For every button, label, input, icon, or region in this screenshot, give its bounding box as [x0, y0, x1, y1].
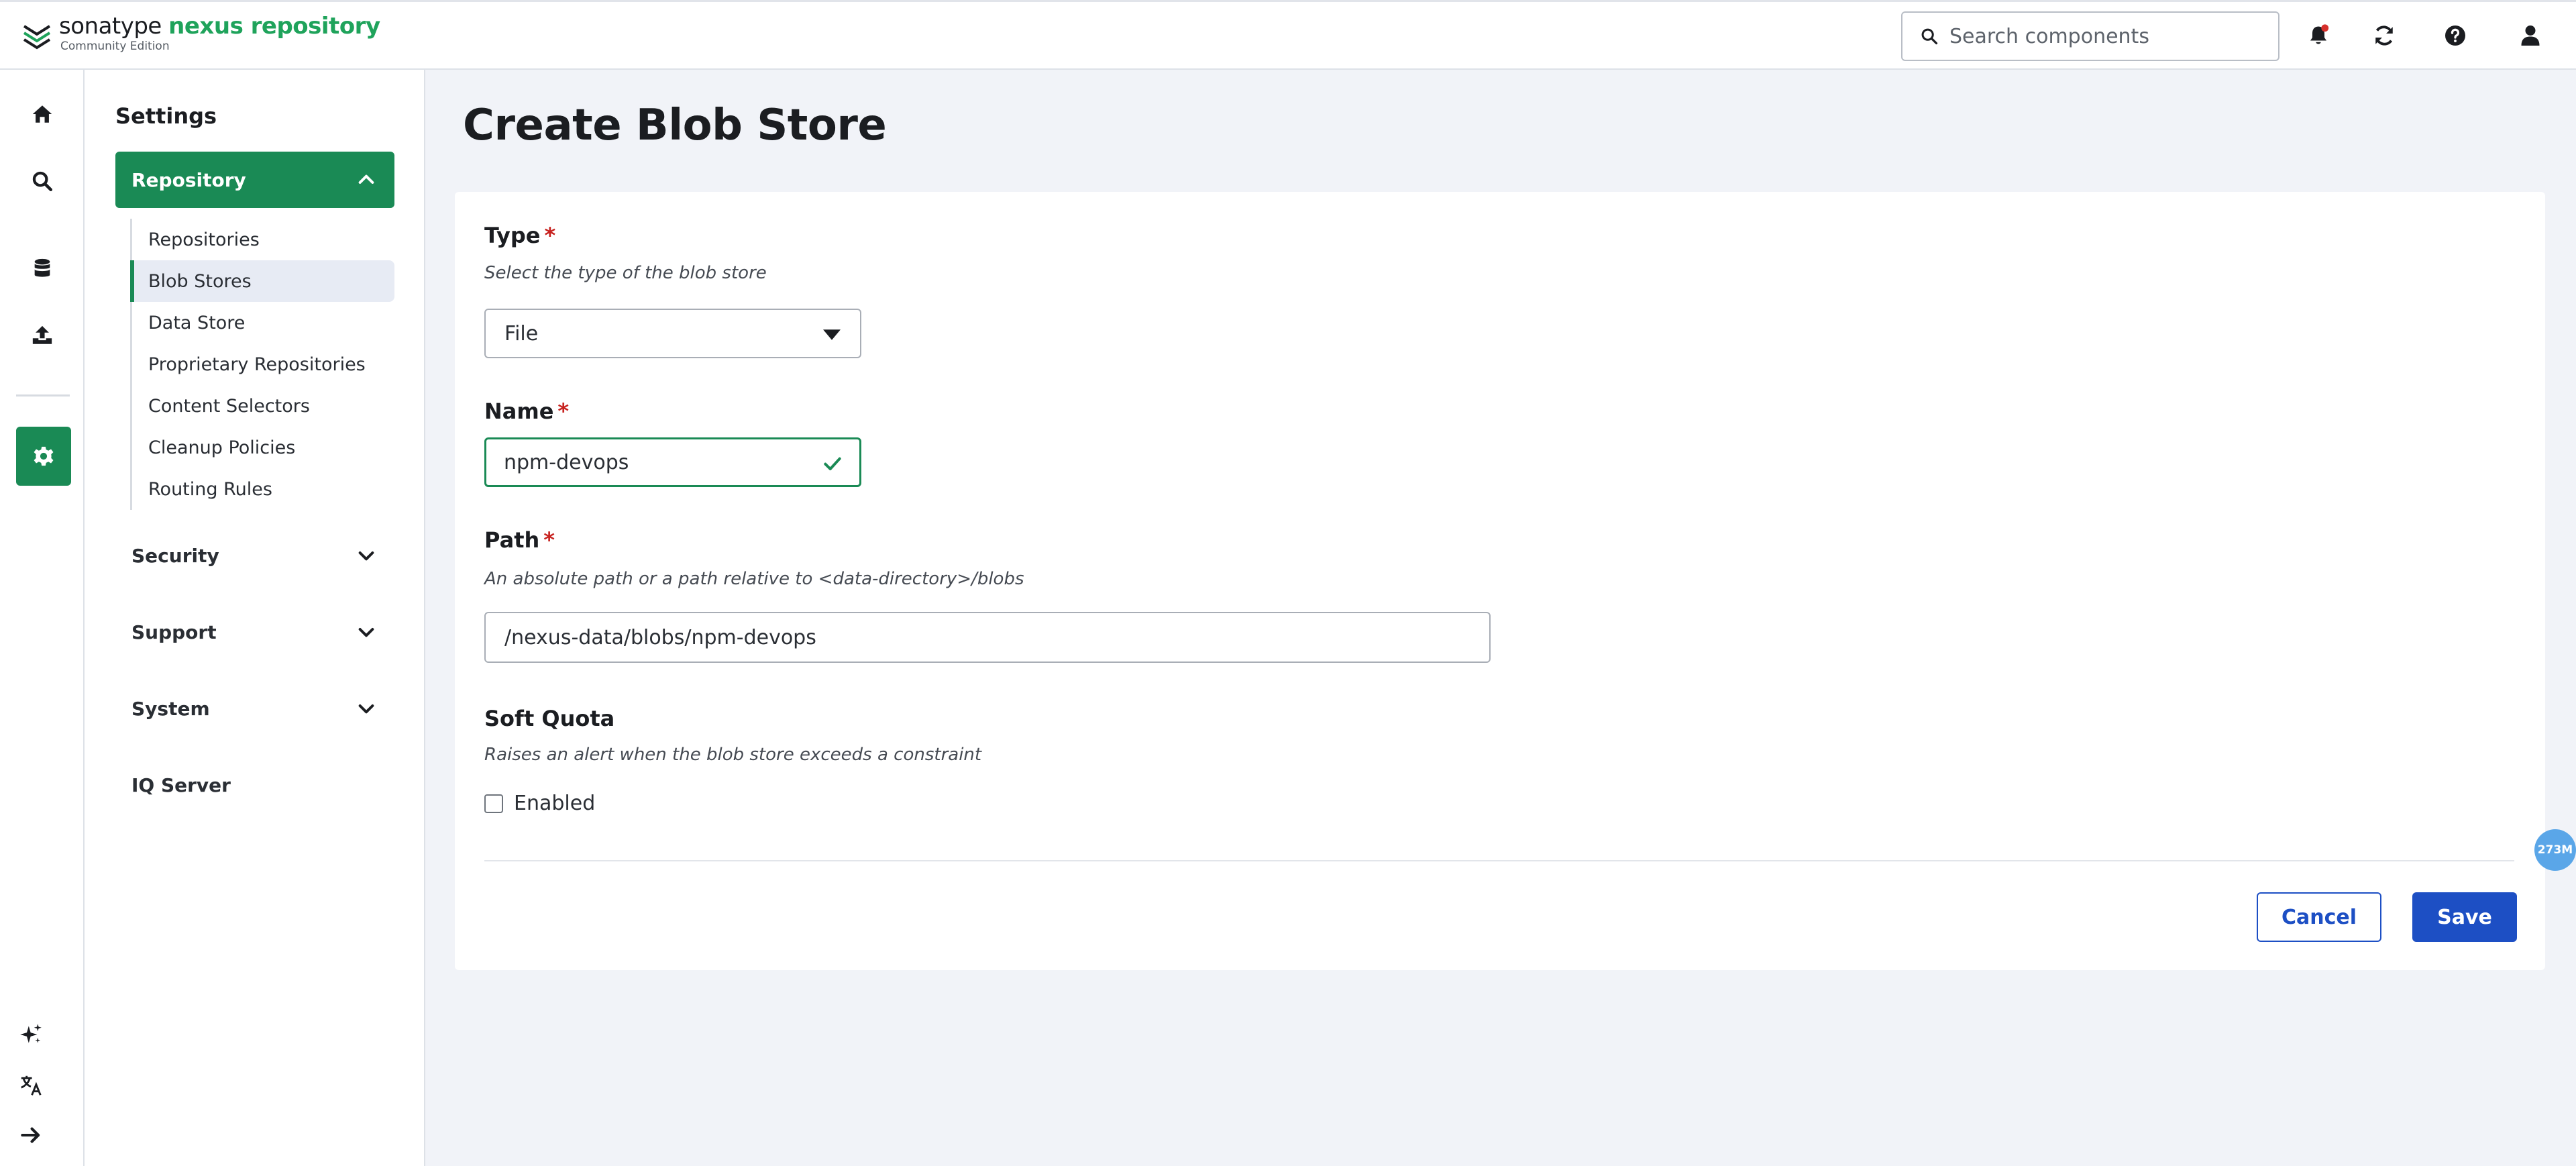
soft-quota-enabled-checkbox[interactable] [484, 794, 503, 813]
sidenav-item-routing-rules[interactable]: Routing Rules [132, 468, 394, 510]
rail-home[interactable] [26, 98, 58, 130]
refresh-icon [2375, 25, 2393, 46]
brand-name-sonatype: sonatype [59, 13, 162, 40]
name-input-value: npm-devops [504, 450, 629, 474]
type-label: Type * [484, 223, 555, 248]
sidenav-item-label: Proprietary Repositories [148, 354, 366, 375]
sidenav-section-security[interactable]: Security [130, 535, 394, 576]
sidenav-item-label: Repositories [148, 229, 260, 250]
sonatype-logo-icon [23, 25, 51, 50]
save-button[interactable]: Save [2412, 892, 2517, 942]
home-icon [32, 105, 52, 123]
sidenav-item-data-store[interactable]: Data Store [132, 302, 394, 343]
rail-settings[interactable] [16, 427, 71, 486]
field-label-text: Name [484, 399, 554, 424]
path-input[interactable]: /nexus-data/blobs/npm-devops [484, 612, 1491, 663]
name-label: Name * [484, 399, 569, 424]
form-divider [484, 860, 2514, 861]
sidenav-item-blob-stores[interactable]: Blob Stores [130, 260, 394, 302]
check-icon [824, 457, 841, 470]
soft-quota-enabled-row[interactable]: Enabled [484, 792, 595, 815]
type-help: Select the type of the blob store [484, 263, 767, 283]
rail-language[interactable] [16, 1071, 46, 1100]
memory-usage-badge[interactable]: 273M [2534, 829, 2576, 871]
sidenav-section-repository[interactable]: Repository [115, 152, 394, 208]
required-mark: * [544, 223, 556, 248]
settings-sidenav: Settings Repository Repositories Blob St… [85, 70, 425, 1166]
caret-down-icon [823, 329, 841, 340]
edition-label: Community Edition [60, 40, 170, 53]
type-select-value: File [504, 321, 539, 346]
section-label: Support [131, 621, 217, 643]
section-label: Security [131, 544, 219, 567]
sidenav-section-system[interactable]: System [130, 688, 394, 729]
sidenav-item-label: Blob Stores [148, 270, 252, 292]
translate-icon [21, 1075, 42, 1096]
sidenav-item-repositories[interactable]: Repositories [132, 219, 394, 260]
section-label: IQ Server [131, 774, 231, 796]
search-box[interactable] [1901, 11, 2279, 61]
brand-name-product: nexus repository [168, 13, 380, 40]
user-icon [2521, 25, 2540, 46]
cancel-button[interactable]: Cancel [2257, 892, 2381, 942]
rail-browse[interactable] [26, 252, 58, 284]
settings-icon [34, 446, 54, 466]
chevron-up-icon [358, 174, 374, 184]
field-label-text: Path [484, 527, 540, 553]
sidenav-section-support[interactable]: Support [130, 612, 394, 652]
required-mark: * [557, 399, 570, 424]
sparkle-icon [20, 1024, 42, 1043]
notifications-button[interactable] [2305, 22, 2332, 49]
section-label: Repository [131, 168, 246, 191]
chevron-down-icon [358, 628, 374, 637]
path-label: Path * [484, 527, 555, 553]
name-input[interactable]: npm-devops [484, 437, 861, 487]
top-header: sonatype nexus repository Community Edit… [0, 0, 2576, 70]
arrow-right-icon [21, 1127, 40, 1143]
sidenav-item-iq-server[interactable]: IQ Server [130, 765, 394, 805]
search-icon [32, 171, 53, 192]
sidenav-item-label: Content Selectors [148, 395, 310, 417]
type-select[interactable]: File [484, 309, 861, 358]
rail-upload[interactable] [26, 319, 58, 352]
required-mark: * [543, 527, 555, 553]
soft-quota-label: Soft Quota [484, 706, 615, 731]
search-input[interactable] [1949, 24, 2265, 48]
chevron-down-icon [358, 704, 374, 714]
sidenav-item-proprietary-repositories[interactable]: Proprietary Repositories [132, 343, 394, 385]
help-button[interactable] [2442, 22, 2469, 49]
chevron-down-icon [358, 551, 374, 561]
path-input-value: /nexus-data/blobs/npm-devops [504, 625, 816, 649]
database-icon [34, 258, 50, 277]
rail-expand[interactable] [16, 1120, 46, 1150]
sonatype-logo[interactable]: sonatype nexus repository Community Edit… [21, 13, 380, 54]
path-help: An absolute path or a path relative to <… [484, 569, 1024, 589]
help-icon [2445, 25, 2465, 46]
rail-ai-assistant[interactable] [16, 1020, 46, 1049]
search-icon [1921, 28, 1938, 45]
field-label-text: Type [484, 223, 541, 248]
create-blob-store-form: Type * Select the type of the blob store … [455, 192, 2545, 970]
section-label: System [131, 697, 210, 720]
rail-search[interactable] [26, 165, 58, 197]
bell-icon [2310, 24, 2329, 44]
sidenav-item-content-selectors[interactable]: Content Selectors [132, 385, 394, 427]
soft-quota-enabled-label[interactable]: Enabled [514, 792, 595, 815]
page-title: Create Blob Store [463, 101, 887, 150]
sidenav-title: Settings [115, 103, 217, 129]
refresh-button[interactable] [2371, 22, 2398, 49]
sidenav-item-label: Data Store [148, 312, 246, 333]
soft-quota-help: Raises an alert when the blob store exce… [484, 745, 982, 765]
repository-subnav: Repositories Blob Stores Data Store Prop… [130, 219, 394, 510]
rail-divider [16, 394, 70, 396]
sidenav-item-label: Routing Rules [148, 478, 272, 500]
upload-icon [32, 325, 52, 344]
user-menu-button[interactable] [2517, 22, 2544, 49]
sidenav-item-cleanup-policies[interactable]: Cleanup Policies [132, 427, 394, 468]
left-rail [0, 70, 85, 1166]
sidenav-item-label: Cleanup Policies [148, 437, 296, 458]
